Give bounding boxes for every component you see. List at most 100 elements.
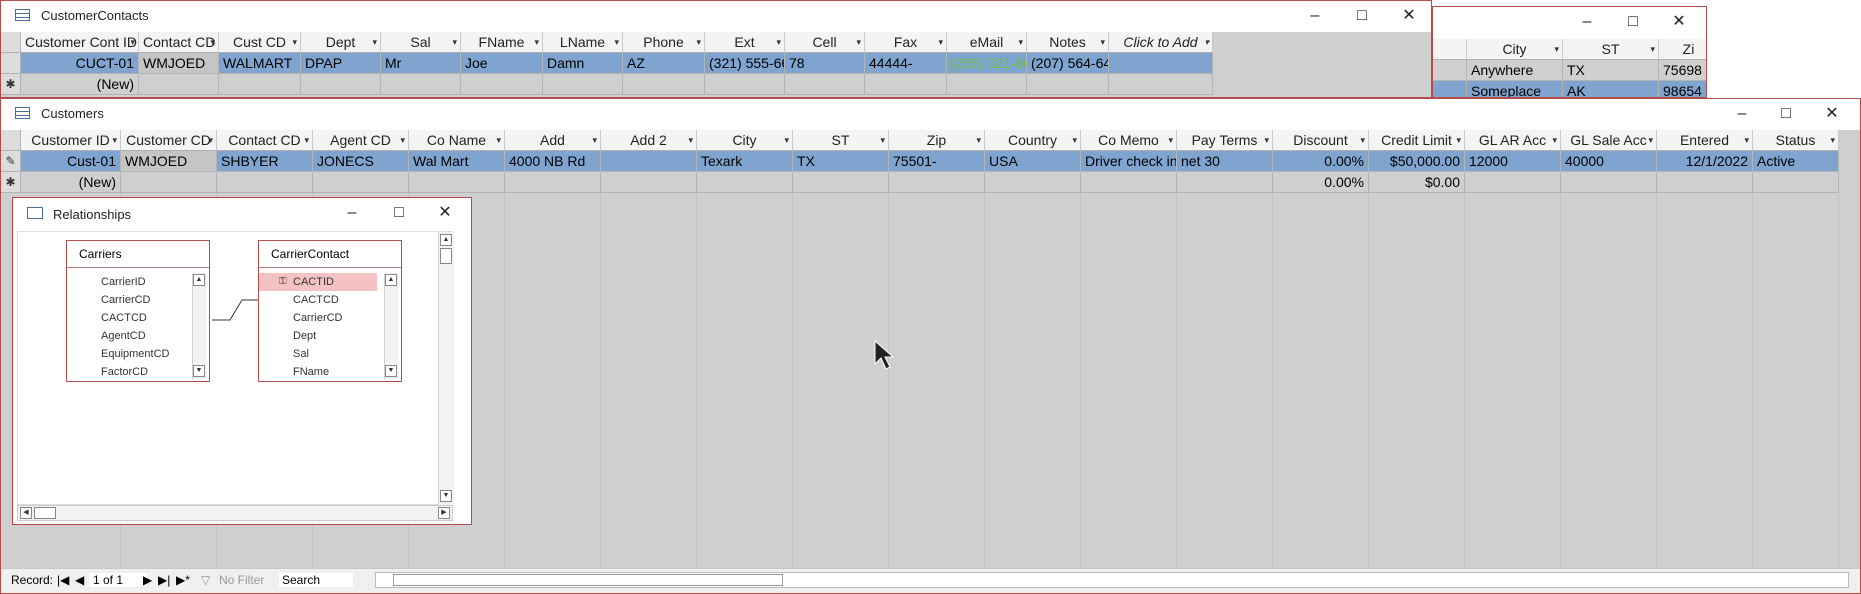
field-item[interactable]: CarrierCD [67,291,185,309]
scroll-up-icon[interactable]: ▲ [440,234,452,246]
chevron-down-icon[interactable]: ▾ [1072,130,1077,150]
column-header[interactable]: FName ▾ [461,32,543,53]
cell[interactable] [1027,74,1109,95]
close-icon[interactable]: ✕ [1395,5,1423,27]
minimize-icon[interactable]: – [1728,103,1756,125]
cell[interactable] [217,172,313,193]
column-header[interactable]: Customer CD ▾ [121,130,217,151]
scroll-down-icon[interactable]: ▼ [385,365,397,377]
carriers-table[interactable]: Carriers CarrierID CarrierCD CACTCD AgentCD… [66,240,210,382]
chevron-down-icon[interactable]: ▾ [784,130,789,150]
maximize-icon[interactable]: □ [1619,11,1647,33]
chevron-down-icon[interactable]: ▾ [776,32,781,52]
no-filter-button[interactable]: No Filter [219,573,264,587]
scroll-right-icon[interactable]: ▶ [438,507,450,519]
cell[interactable]: (New) [21,74,139,95]
cell[interactable]: Texark [697,151,793,172]
field-item[interactable]: FactorCD [67,363,185,381]
record-selector[interactable] [1,53,21,74]
record-position-input[interactable]: 1 of 1 [89,573,147,587]
chevron-down-icon[interactable]: ▾ [452,32,457,52]
cell[interactable]: WALMART [219,53,301,74]
cell[interactable] [313,172,409,193]
cell[interactable] [219,74,301,95]
cell[interactable] [461,74,543,95]
chevron-down-icon[interactable]: ▾ [976,130,981,150]
cell[interactable] [601,151,697,172]
column-header[interactable] [1433,39,1467,60]
column-header[interactable]: Add 2 ▾ [601,130,697,151]
cell[interactable]: DPAP [301,53,381,74]
column-header[interactable]: Entered ▾ [1657,130,1753,151]
cell[interactable]: (255) 321-864 [947,53,1027,74]
cell[interactable] [1177,172,1273,193]
field-scrollbar[interactable] [192,273,206,379]
column-header[interactable]: Sal ▾ [381,32,461,53]
cell[interactable] [381,74,461,95]
field-item[interactable]: CACTCD [259,291,377,309]
cell[interactable]: Active [1753,151,1839,172]
column-header[interactable]: Co Memo ▾ [1081,130,1177,151]
field-scrollbar[interactable] [384,273,398,379]
chevron-down-icon[interactable]: ▾ [1264,130,1269,150]
column-header-st[interactable]: ST ▾ [1563,39,1659,60]
cell[interactable]: Wal Mart [409,151,505,172]
field-item[interactable]: CarrierID [67,273,185,291]
chevron-down-icon[interactable]: ▾ [880,130,885,150]
column-header[interactable]: Agent CD ▾ [313,130,409,151]
cell[interactable] [947,74,1027,95]
first-record-button[interactable]: |◀ [57,573,69,587]
chevron-down-icon[interactable]: ▾ [688,130,693,150]
chevron-down-icon[interactable]: ▾ [856,32,861,52]
chevron-down-icon[interactable]: ▾ [1360,130,1365,150]
cell[interactable] [409,172,505,193]
cell[interactable]: net 30 [1177,151,1273,172]
column-header[interactable]: Discount ▾ [1273,130,1369,151]
close-icon[interactable]: ✕ [431,202,459,224]
field-item[interactable]: CACTID ⚿ [259,273,377,291]
cell[interactable]: 0.00% [1273,151,1369,172]
cell[interactable]: 75698 [1659,60,1706,81]
field-item[interactable]: AgentCD [67,327,185,345]
cell[interactable] [623,74,705,95]
cell[interactable] [1561,172,1657,193]
scroll-thumb[interactable] [393,574,783,586]
cell[interactable]: $0.00 [1369,172,1465,193]
cell[interactable]: JONECS [313,151,409,172]
column-header[interactable]: LName ▾ [543,32,623,53]
column-header[interactable]: Notes ▾ [1027,32,1109,53]
scroll-down-icon[interactable]: ▼ [440,490,452,502]
chevron-down-icon[interactable]: ▾ [292,32,297,52]
cell[interactable]: 12000 [1465,151,1561,172]
column-header[interactable]: GL AR Acc ▾ [1465,130,1561,151]
cell[interactable] [1109,74,1213,95]
cell[interactable] [1465,172,1561,193]
scroll-thumb[interactable] [440,248,452,264]
field-item[interactable]: CarrierCD [259,309,377,327]
close-icon[interactable]: ✕ [1665,11,1693,33]
cell[interactable] [793,172,889,193]
maximize-icon[interactable]: □ [1348,5,1376,27]
cell[interactable]: (New) [21,172,121,193]
chevron-down-icon[interactable]: ▾ [1552,130,1557,150]
cell[interactable]: TX [1563,60,1659,81]
chevron-down-icon[interactable]: ▾ [400,130,405,150]
chevron-down-icon[interactable]: ▾ [496,130,501,150]
cell[interactable] [1657,172,1753,193]
column-header[interactable]: eMail ▾ [947,32,1027,53]
minimize-icon[interactable]: – [1301,5,1329,27]
cell[interactable]: 40000 [1561,151,1657,172]
cell[interactable]: CUCT-01 [21,53,139,74]
field-item[interactable]: Sal [259,345,377,363]
cell[interactable] [985,172,1081,193]
chevron-down-icon[interactable]: ▾ [130,32,135,52]
chevron-down-icon[interactable]: ▾ [938,32,943,52]
cell[interactable] [1433,60,1467,81]
cell[interactable]: 44444- [865,53,947,74]
cell[interactable]: TX [793,151,889,172]
cell[interactable]: SHBYER [217,151,313,172]
last-record-button[interactable]: ▶| [158,573,170,587]
cell[interactable]: USA [985,151,1081,172]
cell[interactable]: Someplace [1467,81,1563,97]
chevron-down-icon[interactable]: ▾ [534,32,539,52]
